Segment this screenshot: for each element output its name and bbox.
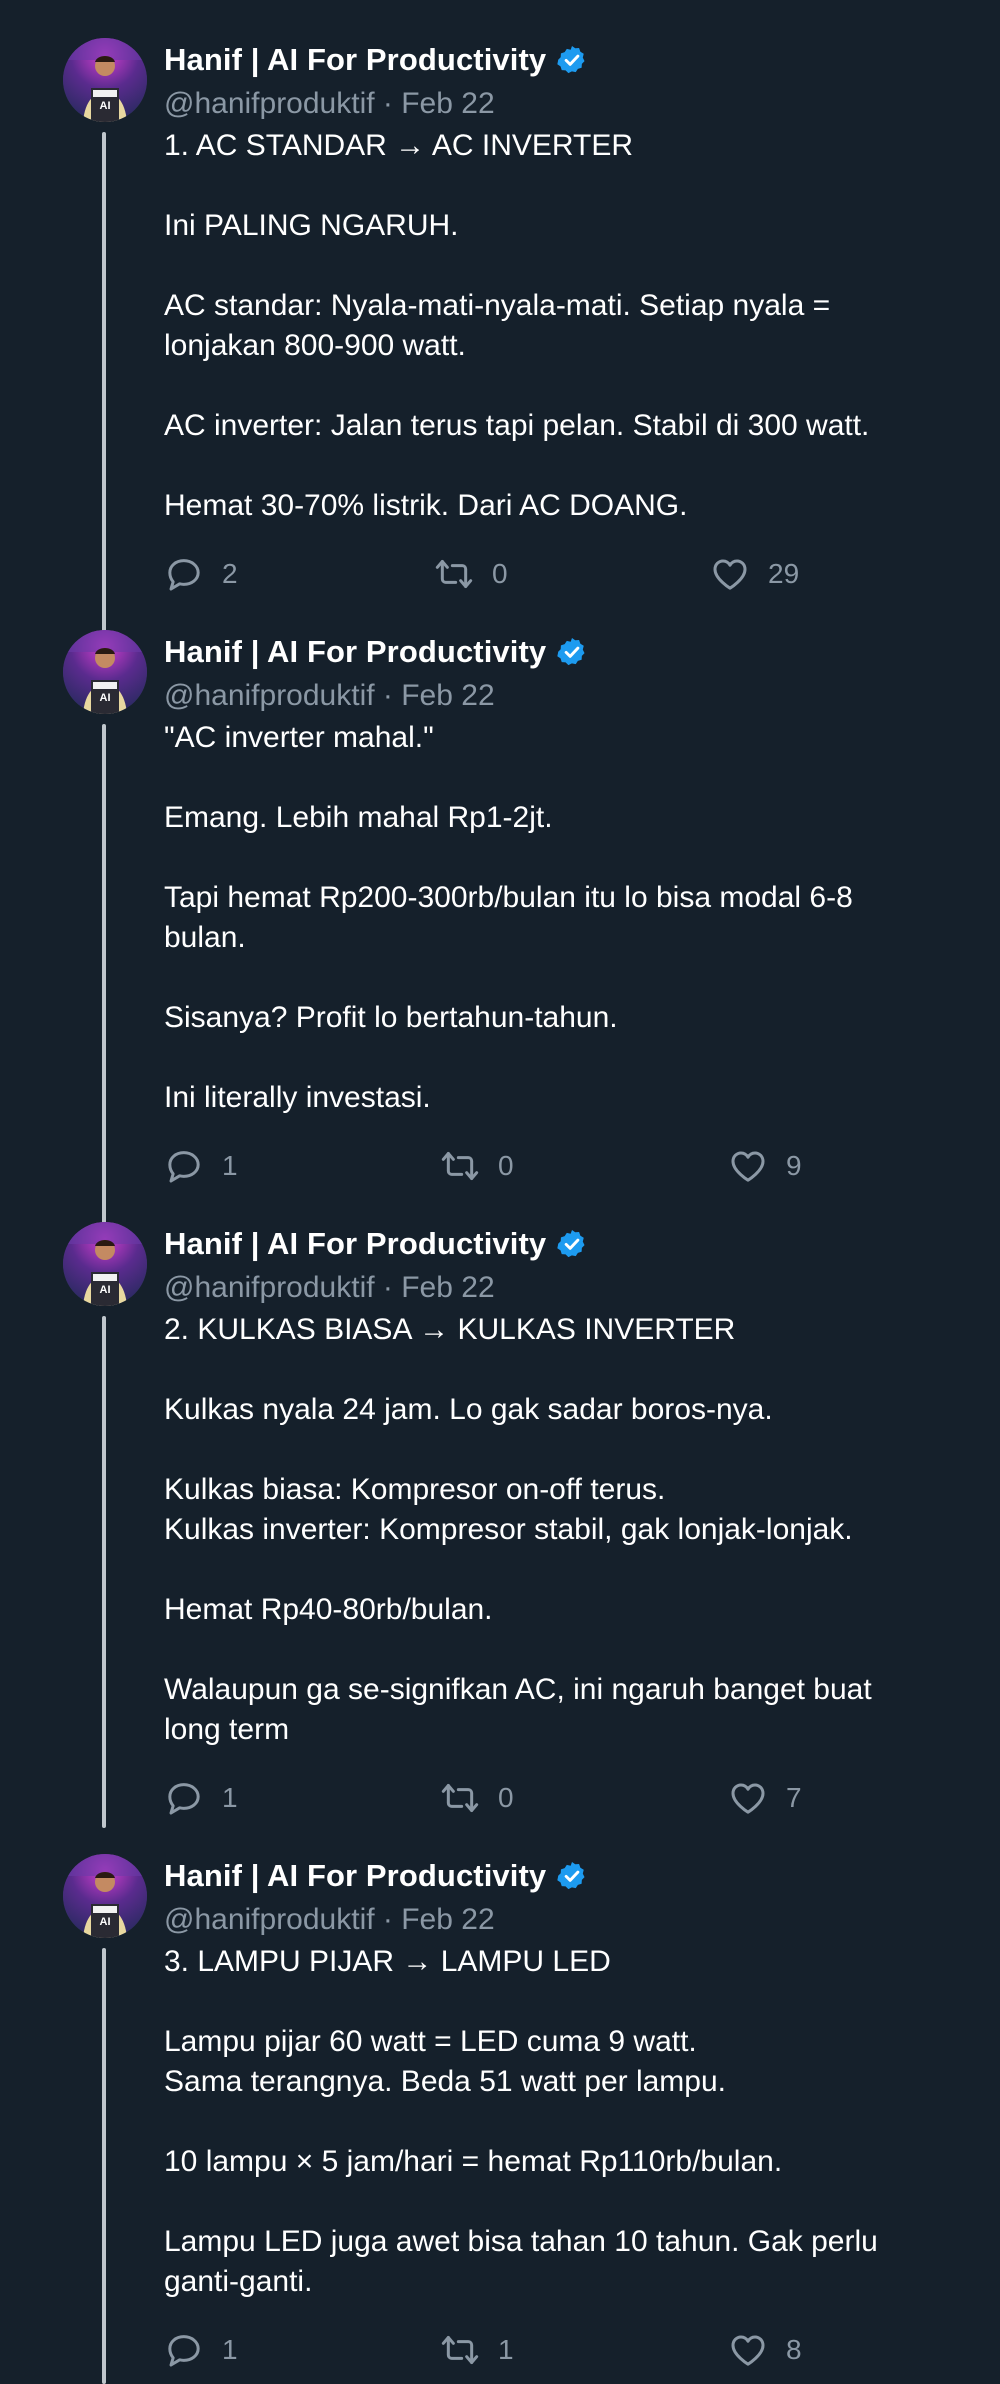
thread-line [102, 1316, 106, 1828]
author-name[interactable]: Hanif | AI For Productivity [164, 634, 546, 670]
tweet-text: 3. LAMPU PIJAR → LAMPU LED Lampu pijar 6… [164, 1945, 878, 2298]
like-count: 29 [768, 558, 800, 589]
tweet-header: Hanif | AI For Productivity [164, 632, 944, 672]
reply-button[interactable]: 1 [164, 1144, 238, 1188]
like-button[interactable]: 7 [728, 1776, 802, 1820]
retweet-button[interactable]: 0 [434, 552, 508, 596]
tweet-content: Hanif | AI For Productivity @hanifproduk… [164, 630, 944, 1118]
retweet-button[interactable]: 0 [440, 1776, 514, 1820]
tweet-actions: 2 0 29 [164, 552, 864, 596]
avatar[interactable]: AI [63, 1222, 147, 1306]
heart-icon [728, 1146, 768, 1186]
svg-text:AI: AI [100, 100, 111, 112]
author-name[interactable]: Hanif | AI For Productivity [164, 1226, 546, 1262]
like-count: 9 [786, 1150, 802, 1181]
tweet-content: Hanif | AI For Productivity @hanifproduk… [164, 38, 944, 526]
retweet-count: 0 [492, 558, 508, 589]
author-name[interactable]: Hanif | AI For Productivity [164, 1858, 546, 1894]
heart-icon [728, 2330, 768, 2370]
like-button[interactable]: 8 [728, 2328, 802, 2372]
retweet-icon [440, 1778, 480, 1818]
reply-icon [164, 1146, 204, 1186]
verified-badge-icon [556, 44, 588, 76]
reply-count: 1 [222, 1150, 238, 1181]
tweet-header: Hanif | AI For Productivity [164, 40, 944, 80]
like-button[interactable]: 9 [728, 1144, 802, 1188]
tweet-content: Hanif | AI For Productivity @hanifproduk… [164, 1854, 944, 2302]
handle-and-date[interactable]: @hanifproduktif · Feb 22 [164, 1266, 944, 1310]
avatar[interactable]: AI [63, 38, 147, 122]
heart-icon [710, 554, 750, 594]
tweet-actions: 1 0 7 [164, 1776, 864, 1820]
author-name[interactable]: Hanif | AI For Productivity [164, 42, 546, 78]
reply-icon [164, 554, 204, 594]
verified-badge-icon [556, 1228, 588, 1260]
handle-and-date[interactable]: @hanifproduktif · Feb 22 [164, 674, 944, 718]
reply-button[interactable]: 1 [164, 1776, 238, 1820]
verified-badge-icon [556, 1860, 588, 1892]
like-button[interactable]: 29 [710, 552, 799, 596]
retweet-button[interactable]: 1 [440, 2328, 514, 2372]
verified-badge-icon [556, 636, 588, 668]
retweet-icon [440, 1146, 480, 1186]
retweet-icon [434, 554, 474, 594]
like-count: 8 [786, 2334, 802, 2365]
avatar[interactable]: AI [63, 1854, 147, 1938]
retweet-count: 1 [498, 2334, 514, 2365]
tweet-header: Hanif | AI For Productivity [164, 1856, 944, 1896]
tweet-text: 2. KULKAS BIASA → KULKAS INVERTER Kulkas… [164, 1313, 872, 1746]
reply-count: 1 [222, 2334, 238, 2365]
thread-line [102, 724, 106, 1236]
handle-and-date[interactable]: @hanifproduktif · Feb 22 [164, 82, 944, 126]
reply-count: 1 [222, 1782, 238, 1813]
svg-text:AI: AI [100, 1284, 111, 1296]
retweet-button[interactable]: 0 [440, 1144, 514, 1188]
tweet-text: "AC inverter mahal." Emang. Lebih mahal … [164, 721, 853, 1114]
handle-and-date[interactable]: @hanifproduktif · Feb 22 [164, 1898, 944, 1942]
reply-icon [164, 1778, 204, 1818]
thread-line [102, 1948, 106, 2384]
reply-count: 2 [222, 558, 238, 589]
heart-icon [728, 1778, 768, 1818]
reply-icon [164, 2330, 204, 2370]
tweet-actions: 1 1 8 [164, 2328, 864, 2372]
retweet-count: 0 [498, 1150, 514, 1181]
retweet-icon [440, 2330, 480, 2370]
thread-line [102, 132, 106, 644]
retweet-count: 0 [498, 1782, 514, 1813]
avatar[interactable]: AI [63, 630, 147, 714]
tweet-actions: 1 0 9 [164, 1144, 864, 1188]
svg-text:AI: AI [100, 692, 111, 704]
svg-text:AI: AI [100, 1916, 111, 1928]
tweet-header: Hanif | AI For Productivity [164, 1224, 944, 1264]
tweet-content: Hanif | AI For Productivity @hanifproduk… [164, 1222, 944, 1750]
like-count: 7 [786, 1782, 802, 1813]
reply-button[interactable]: 2 [164, 552, 238, 596]
tweet-text: 1. AC STANDAR → AC INVERTER Ini PALING N… [164, 129, 870, 522]
reply-button[interactable]: 1 [164, 2328, 238, 2372]
